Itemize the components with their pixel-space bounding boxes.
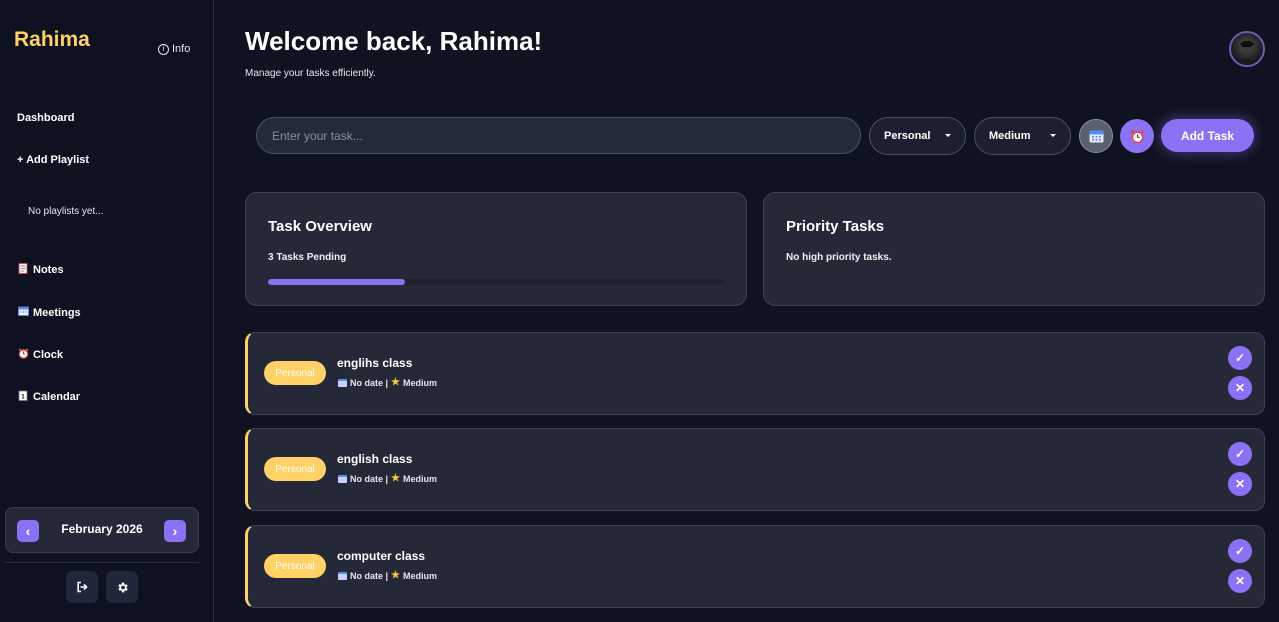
check-icon: ✓ xyxy=(1234,351,1246,365)
task-priority: Medium xyxy=(403,377,438,388)
logout-icon xyxy=(77,581,88,593)
reminder-button[interactable] xyxy=(1120,119,1154,153)
calendar-icon xyxy=(338,378,347,387)
close-icon: ✕ xyxy=(1234,477,1246,491)
delete-button[interactable]: ✕ xyxy=(1228,569,1252,593)
calendar-icon: 1 xyxy=(17,390,29,404)
task-overview-card: Task Overview 3 Tasks Pending xyxy=(245,192,747,306)
pending-count: 3 Tasks Pending xyxy=(268,252,347,263)
next-month-button[interactable]: › xyxy=(164,520,186,542)
progress-fill xyxy=(268,279,406,285)
task-item: Personal englihs class No date | ★ Mediu… xyxy=(245,332,1265,415)
info-label: Info xyxy=(172,43,191,55)
meetings-icon xyxy=(17,306,29,319)
alarm-clock-icon xyxy=(1130,129,1144,143)
logout-button[interactable] xyxy=(66,571,98,603)
check-icon: ✓ xyxy=(1234,447,1246,461)
add-task-button[interactable]: Add Task xyxy=(1161,119,1254,152)
page-subtitle: Manage your tasks efficiently. xyxy=(245,68,376,79)
task-priority: Medium xyxy=(403,473,438,484)
task-date: No date | xyxy=(350,570,389,581)
task-date: No date | xyxy=(350,377,389,388)
complete-button[interactable]: ✓ xyxy=(1228,346,1252,370)
settings-button[interactable] xyxy=(106,571,138,603)
calendar-icon xyxy=(338,571,347,580)
card-title: Task Overview xyxy=(268,218,372,235)
task-name: englihs class xyxy=(337,356,413,370)
close-icon: ✕ xyxy=(1234,381,1246,395)
gear-icon xyxy=(117,582,128,592)
sidebar-item-notes[interactable]: Notes xyxy=(17,263,64,277)
chevron-down-icon xyxy=(945,134,951,137)
category-tag: Personal xyxy=(264,457,326,481)
sidebar-item-calendar[interactable]: 1 Calendar xyxy=(17,390,80,404)
star-icon: ★ xyxy=(391,473,400,484)
sidebar-item-label: Meetings xyxy=(33,306,81,319)
priority-select[interactable]: Medium xyxy=(974,117,1071,155)
sidebar-item-dashboard[interactable]: Dashboard xyxy=(17,112,74,124)
sidebar-item-label: Clock xyxy=(33,349,63,361)
info-button[interactable]: i Info xyxy=(158,43,190,55)
priority-empty-text: No high priority tasks. xyxy=(786,252,892,263)
task-meta: No date | ★ Medium xyxy=(338,377,437,388)
chevron-down-icon xyxy=(1050,134,1056,137)
card-title: Priority Tasks xyxy=(786,218,885,235)
priority-tasks-card: Priority Tasks No high priority tasks. xyxy=(763,192,1265,306)
avatar-image xyxy=(1236,39,1258,65)
task-date: No date | xyxy=(350,473,389,484)
add-playlist-button[interactable]: + Add Playlist xyxy=(17,154,89,166)
task-name: english class xyxy=(337,452,413,466)
sidebar-item-clock[interactable]: Clock xyxy=(17,348,63,362)
calendar-icon xyxy=(1089,130,1103,143)
add-playlist-label: + Add Playlist xyxy=(17,154,90,166)
svg-text:1: 1 xyxy=(21,394,25,401)
notes-icon xyxy=(17,263,29,277)
category-tag: Personal xyxy=(264,361,326,385)
category-value: Personal xyxy=(884,130,931,142)
info-icon: i xyxy=(158,43,169,55)
star-icon: ★ xyxy=(391,377,400,388)
date-picker-button[interactable] xyxy=(1079,119,1113,153)
task-priority: Medium xyxy=(403,570,438,581)
check-icon: ✓ xyxy=(1234,544,1246,558)
brand-name: Rahima xyxy=(14,28,90,51)
complete-button[interactable]: ✓ xyxy=(1228,442,1252,466)
sidebar-item-label: Calendar xyxy=(33,391,81,403)
category-tag: Personal xyxy=(264,554,326,578)
task-meta: No date | ★ Medium xyxy=(338,570,437,581)
no-playlists-text: No playlists yet... xyxy=(28,206,104,217)
month-navigator: ‹ February 2026 › xyxy=(5,507,199,553)
category-select[interactable]: Personal xyxy=(869,117,966,155)
delete-button[interactable]: ✕ xyxy=(1228,376,1252,400)
star-icon: ★ xyxy=(391,570,400,581)
sidebar-item-label: Dashboard xyxy=(17,112,75,124)
priority-value: Medium xyxy=(989,130,1031,142)
delete-button[interactable]: ✕ xyxy=(1228,472,1252,496)
sidebar: Rahima i Info Dashboard + Add Playlist N… xyxy=(0,0,214,622)
avatar[interactable] xyxy=(1229,31,1265,67)
task-meta: No date | ★ Medium xyxy=(338,473,437,484)
calendar-icon xyxy=(338,474,347,483)
page-title: Welcome back, Rahima! xyxy=(245,26,543,56)
sidebar-divider xyxy=(5,562,199,563)
clock-icon xyxy=(17,348,29,362)
sidebar-item-label: Notes xyxy=(33,264,64,276)
progress-bar xyxy=(268,279,725,285)
complete-button[interactable]: ✓ xyxy=(1228,539,1252,563)
sidebar-item-meetings[interactable]: Meetings xyxy=(17,306,81,319)
task-name: computer class xyxy=(337,549,426,563)
task-item: Personal computer class No date | ★ Medi… xyxy=(245,525,1265,608)
close-icon: ✕ xyxy=(1234,574,1246,588)
task-item: Personal english class No date | ★ Mediu… xyxy=(245,428,1265,511)
task-input[interactable] xyxy=(256,117,861,154)
